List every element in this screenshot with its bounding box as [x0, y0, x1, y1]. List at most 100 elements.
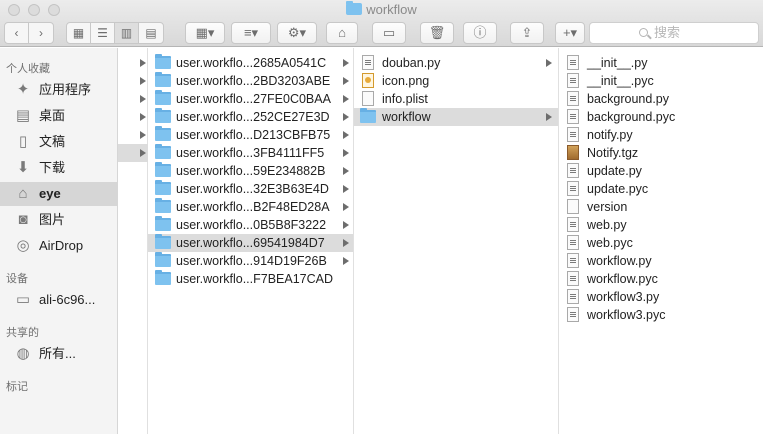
sidebar-item-all-shared[interactable]: ◍ 所有... [0, 342, 118, 366]
list-item[interactable]: background.py [559, 90, 763, 108]
blank-file-icon [567, 199, 579, 214]
sort-icon: ≡▾ [243, 25, 259, 40]
list-item[interactable]: background.pyc [559, 108, 763, 126]
list-item[interactable]: update.pyc [559, 180, 763, 198]
applications-icon: ✦ [16, 81, 30, 98]
network-icon: ◍ [16, 345, 30, 362]
disclosure-arrow-icon [140, 149, 146, 157]
python-file-icon [567, 217, 579, 232]
get-info-button[interactable]: ⓘ [463, 22, 497, 44]
new-folder-icon: ▭ [382, 25, 396, 40]
disclosure-arrow-icon [343, 77, 349, 85]
list-item[interactable]: Notify.tgz [559, 144, 763, 162]
list-item[interactable]: workflow3.py [559, 288, 763, 306]
plist-file-icon [362, 91, 374, 106]
disclosure-arrow-icon [343, 59, 349, 67]
compiled-python-file-icon [567, 235, 579, 250]
back-button[interactable]: ‹ [5, 23, 29, 43]
tags-header: 标记 [6, 381, 28, 393]
gear-icon: ⚙▾ [287, 25, 307, 40]
list-item[interactable]: __init__.pyc [559, 72, 763, 90]
list-item[interactable]: user.workflo...B2F48ED28A [148, 198, 353, 216]
disclosure-arrow-icon [343, 95, 349, 103]
list-item[interactable]: user.workflo...3FB4111FF5 [148, 144, 353, 162]
folder-icon [155, 72, 171, 87]
list-view-icon[interactable]: ☰ [91, 23, 115, 43]
list-item[interactable]: user.workflo...914D19F26B [148, 252, 353, 270]
list-item-selected[interactable]: workflow [354, 108, 558, 126]
forward-button[interactable]: › [29, 23, 53, 43]
documents-icon: ▯ [18, 133, 28, 150]
list-item[interactable]: notify.py [559, 126, 763, 144]
action-button[interactable]: ⚙▾ [277, 22, 317, 44]
folder-icon [155, 252, 171, 267]
window-toolbar: workflow ‹ › ▦ ☰ ▥ ▤ ▦▾ ≡▾ ⚙▾ ⌂ ▭ 🗑 ⓘ ⇪ … [0, 0, 763, 47]
list-item[interactable]: user.workflo...32E3B63E4D [148, 180, 353, 198]
new-folder-button[interactable]: ▭ [372, 22, 406, 44]
compiled-python-file-icon [567, 307, 579, 322]
parent-selected-row[interactable] [118, 144, 148, 162]
search-field[interactable]: 搜索 [589, 22, 759, 44]
disclosure-arrow-icon [343, 167, 349, 175]
list-item[interactable]: update.py [559, 162, 763, 180]
list-item[interactable]: user.workflo...2BD3203ABE [148, 72, 353, 90]
sidebar-item-device[interactable]: ▭ ali-6c96... [0, 288, 118, 312]
folder-icon [155, 270, 171, 285]
list-item-selected[interactable]: user.workflo...69541984D7 [148, 234, 353, 252]
tag-button[interactable]: ⌂ [326, 22, 358, 44]
sidebar: 个人收藏 ✦ 应用程序 ▤ 桌面 ▯ 文稿 ⬇ 下载 ⌂ eye ◙ 图片 ◎ … [0, 48, 118, 434]
column-workflow-files[interactable]: __init__.py __init__.pyc background.py b… [559, 48, 763, 434]
column-view-icon[interactable]: ▥ [115, 23, 139, 43]
archive-file-icon [567, 145, 579, 160]
list-item[interactable]: web.py [559, 216, 763, 234]
folder-icon [155, 144, 171, 159]
python-file-icon [567, 127, 579, 142]
list-item[interactable]: user.workflo...27FE0C0BAA [148, 90, 353, 108]
list-item[interactable]: user.workflo...F7BEA17CAD [148, 270, 353, 288]
list-item[interactable]: user.workflo...D213CBFB75 [148, 126, 353, 144]
airdrop-icon: ◎ [16, 237, 30, 254]
sidebar-item-desktop[interactable]: ▤ 桌面 [0, 104, 118, 128]
sort-button[interactable]: ≡▾ [231, 22, 271, 44]
column-workflows[interactable]: user.workflo...2685A0541C user.workflo..… [148, 48, 354, 434]
python-file-icon [567, 163, 579, 178]
delete-button[interactable]: 🗑 [420, 22, 454, 44]
folder-icon [155, 216, 171, 231]
python-file-icon [567, 55, 579, 70]
list-item[interactable]: info.plist [354, 90, 558, 108]
sidebar-item-home[interactable]: ⌂ eye [0, 182, 118, 206]
arrange-button[interactable]: ▦▾ [185, 22, 225, 44]
list-item[interactable]: workflow3.pyc [559, 306, 763, 324]
list-item[interactable]: icon.png [354, 72, 558, 90]
list-item[interactable]: douban.py [354, 54, 558, 72]
folder-icon [155, 54, 171, 69]
disclosure-arrow-icon [140, 77, 146, 85]
share-button[interactable]: ⇪ [510, 22, 544, 44]
folder-icon [155, 198, 171, 213]
icon-view-icon[interactable]: ▦ [67, 23, 91, 43]
compiled-python-file-icon [567, 73, 579, 88]
disclosure-arrow-icon [546, 113, 552, 121]
list-item[interactable]: user.workflo...0B5B8F3222 [148, 216, 353, 234]
sidebar-item-documents[interactable]: ▯ 文稿 [0, 130, 118, 154]
python-file-icon [567, 253, 579, 268]
sidebar-item-airdrop[interactable]: ◎ AirDrop [0, 234, 118, 258]
list-item[interactable]: user.workflo...59E234882B [148, 162, 353, 180]
sidebar-item-pictures[interactable]: ◙ 图片 [0, 208, 118, 232]
gallery-view-icon[interactable]: ▤ [139, 23, 163, 43]
list-item[interactable]: workflow.py [559, 252, 763, 270]
folder-icon [155, 180, 171, 195]
list-item[interactable]: version [559, 198, 763, 216]
list-item[interactable]: __init__.py [559, 54, 763, 72]
list-item[interactable]: user.workflo...2685A0541C [148, 54, 353, 72]
sidebar-item-applications[interactable]: ✦ 应用程序 [0, 78, 118, 102]
column-parent[interactable] [118, 48, 148, 434]
column-workflow-contents[interactable]: douban.py icon.png info.plist workflow [354, 48, 559, 434]
add-button[interactable]: +▾ [555, 22, 585, 44]
list-item[interactable]: user.workflo...252CE27E3D [148, 108, 353, 126]
folder-icon [155, 126, 171, 141]
sidebar-item-downloads[interactable]: ⬇ 下载 [0, 156, 118, 180]
trash-icon: 🗑 [428, 25, 446, 40]
list-item[interactable]: web.pyc [559, 234, 763, 252]
list-item[interactable]: workflow.pyc [559, 270, 763, 288]
